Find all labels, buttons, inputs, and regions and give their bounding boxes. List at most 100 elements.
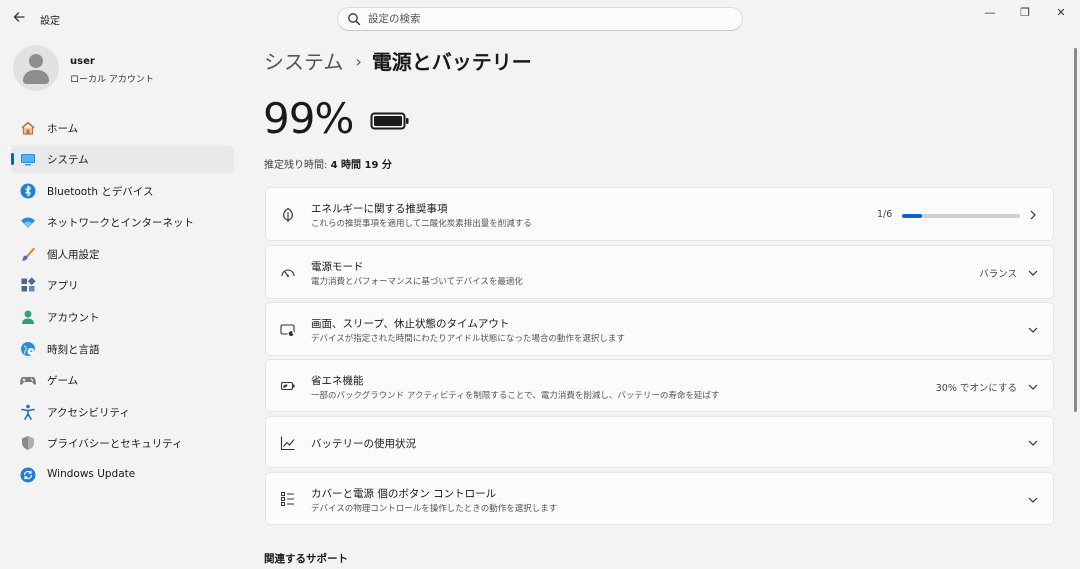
power-mode-dropdown[interactable]: バランス (979, 266, 1017, 280)
search-icon (348, 13, 361, 26)
sidebar-item-label: 時刻と言語 (47, 344, 100, 356)
accessibility-icon (21, 404, 35, 420)
sidebar-item-windows-update[interactable]: Windows Update (11, 461, 234, 489)
sidebar-item-personalization[interactable]: 個人用設定 (11, 240, 234, 268)
card-title: 画面、スリープ、休止状態のタイムアウト (311, 318, 510, 330)
sidebar-item-network[interactable]: ネットワークとインターネット (11, 208, 234, 236)
gamepad-icon (20, 377, 36, 385)
sidebar-item-home[interactable]: ホーム (11, 114, 234, 142)
card-description: 一部のバックグラウンド アクティビティを制限することで、電力消費を削減し、バッテ… (311, 391, 720, 401)
title-bar: 設定 — ❐ ✕ (0, 0, 1080, 38)
wifi-icon (21, 217, 35, 228)
estimate-minutes: 19 (364, 160, 379, 171)
sidebar-item-accessibility[interactable]: アクセシビリティ (11, 398, 234, 426)
sidebar-item-bluetooth[interactable]: Bluetooth とデバイス (11, 177, 234, 205)
sidebar-item-time-language[interactable]: 時刻と言語 (11, 335, 234, 363)
sidebar-item-label: アプリ (47, 280, 79, 292)
system-monitor-icon (21, 154, 35, 166)
bluetooth-icon (20, 183, 36, 199)
search-input[interactable] (368, 11, 728, 27)
close-button[interactable]: ✕ (1051, 6, 1071, 20)
scrollbar[interactable] (1074, 48, 1077, 412)
globe-clock-icon (21, 342, 35, 356)
estimated-time-remaining: 推定残り時間: 4 時間 19 分 (264, 156, 392, 171)
minimize-button[interactable]: — (980, 6, 1000, 20)
profile-account-type: ローカル アカウント (70, 75, 154, 85)
sidebar: user ローカル アカウント ホーム システム Bluetooth とデバイス… (0, 38, 248, 569)
card-title: 省エネ機能 (311, 375, 364, 387)
card-title: バッテリーの使用状況 (311, 438, 416, 450)
estimate-label: 推定残り時間: (264, 160, 331, 171)
windows-update-icon (20, 467, 36, 483)
breadcrumb-separator: › (355, 52, 362, 71)
user-profile[interactable]: user ローカル アカウント (13, 45, 243, 93)
lid-power-button-controls-card[interactable]: カバーと電源 個のボタン コントロール デバイスの物理コントロールを操作したとき… (265, 472, 1054, 525)
list-controls-icon (281, 492, 294, 506)
account-icon (22, 310, 34, 324)
sidebar-item-label: Bluetooth とデバイス (47, 186, 154, 198)
sidebar-item-apps[interactable]: アプリ (11, 271, 234, 299)
sidebar-item-label: プライバシーとセキュリティ (47, 438, 183, 450)
chevron-right-icon (1030, 210, 1036, 220)
paintbrush-icon (21, 247, 35, 261)
page-title: 電源とバッテリー (371, 50, 532, 74)
breadcrumb: システム › 電源とバッテリー (264, 46, 532, 74)
screen-sleep-icon (280, 324, 295, 337)
sidebar-item-label: システム (47, 154, 89, 166)
sidebar-item-label: アカウント (47, 312, 100, 324)
maximize-button[interactable]: ❐ (1015, 6, 1035, 20)
card-title: 電源モード (311, 261, 364, 273)
apps-icon (21, 277, 36, 292)
avatar-body (23, 70, 49, 84)
battery-icon (370, 112, 409, 130)
battery-usage-card[interactable]: バッテリーの使用状況 (265, 416, 1054, 468)
profile-name: user (70, 56, 95, 67)
chart-line-icon (280, 436, 295, 451)
battery-percentage: 99% (263, 94, 354, 143)
breadcrumb-parent[interactable]: システム (264, 50, 343, 74)
card-description: 電力消費とパフォーマンスに基づいてデバイスを最適化 (311, 277, 523, 287)
card-description: デバイスが指定された時間にわたりアイドル状態になった場合の動作を選択します (311, 334, 625, 344)
energy-saver-icon (280, 381, 295, 391)
sidebar-item-label: アクセシビリティ (47, 407, 130, 419)
sidebar-item-accounts[interactable]: アカウント (11, 303, 234, 331)
card-description: これらの推奨事項を適用して二酸化炭素排出量を削減する (311, 219, 532, 229)
selection-indicator (11, 153, 14, 165)
chevron-down-icon (1028, 497, 1038, 503)
card-title: エネルギーに関する推奨事項 (311, 203, 448, 215)
estimate-hours: 4 (330, 160, 338, 171)
leaf-icon (283, 207, 293, 222)
sidebar-item-system[interactable]: システム (11, 145, 234, 173)
sidebar-item-label: ホーム (47, 123, 79, 135)
home-icon (21, 121, 35, 135)
shield-icon (22, 436, 34, 450)
chevron-down-icon (1028, 327, 1038, 333)
recommendations-progress-label: 1/6 (877, 209, 893, 220)
back-button[interactable] (10, 10, 28, 28)
card-title: カバーと電源 個のボタン コントロール (311, 488, 497, 500)
related-support-heading: 関連するサポート (264, 553, 348, 565)
sidebar-item-gaming[interactable]: ゲーム (11, 366, 234, 394)
energy-saver-threshold-dropdown[interactable]: 30% でオンにする (936, 380, 1017, 394)
chevron-down-icon (1028, 270, 1038, 276)
sidebar-item-label: 個人用設定 (47, 249, 100, 261)
chevron-down-icon (1028, 384, 1038, 390)
power-mode-card[interactable]: 電源モード 電力消費とパフォーマンスに基づいてデバイスを最適化 バランス (265, 245, 1054, 299)
estimate-hours-unit: 時間 (337, 160, 365, 171)
gauge-icon (281, 269, 295, 277)
app-title: 設定 (40, 16, 60, 27)
sidebar-item-label: ゲーム (47, 375, 79, 387)
screen-sleep-timeouts-card[interactable]: 画面、スリープ、休止状態のタイムアウト デバイスが指定された時間にわたりアイドル… (265, 302, 1054, 356)
card-description: デバイスの物理コントロールを操作したときの動作を選択します (311, 504, 558, 514)
sidebar-item-label: ネットワークとインターネット (47, 217, 194, 229)
energy-saver-card[interactable]: 省エネ機能 一部のバックグラウンド アクティビティを制限することで、電力消費を削… (265, 359, 1054, 412)
search-box[interactable] (337, 7, 743, 31)
energy-recommendations-card[interactable]: エネルギーに関する推奨事項 これらの推奨事項を適用して二酸化炭素排出量を削減する… (265, 187, 1054, 241)
progress-fill (902, 214, 922, 218)
avatar-head (29, 54, 43, 68)
back-arrow-icon (13, 12, 25, 22)
sidebar-item-privacy[interactable]: プライバシーとセキュリティ (11, 429, 234, 457)
avatar (13, 45, 59, 91)
sidebar-item-label: Windows Update (47, 468, 136, 480)
estimate-minutes-unit: 分 (378, 160, 392, 171)
